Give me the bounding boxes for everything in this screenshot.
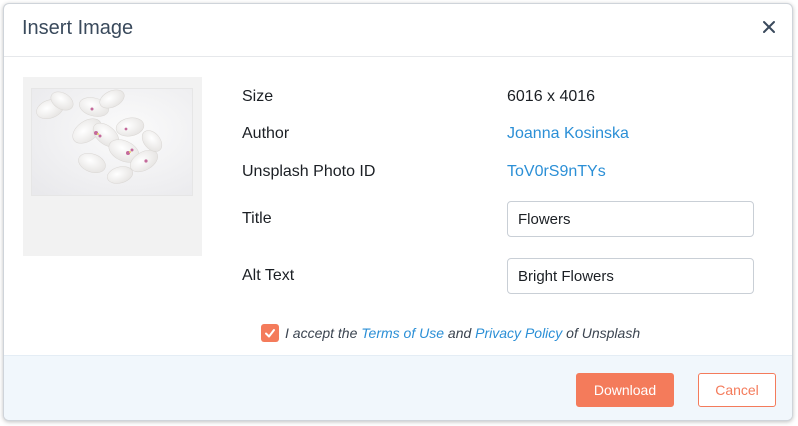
close-icon[interactable] (758, 16, 780, 38)
terms-checkbox[interactable] (261, 324, 279, 342)
download-button[interactable]: Download (576, 373, 674, 407)
cancel-button[interactable]: Cancel (698, 373, 776, 407)
consent-text: I accept the Terms of Use and Privacy Po… (285, 325, 640, 341)
author-link[interactable]: Joanna Kosinska (507, 125, 629, 143)
consent-text-after: of Unsplash (562, 325, 641, 341)
flowers-photo (31, 88, 193, 196)
image-preview-panel (23, 77, 202, 256)
photo-id-link[interactable]: ToV0rS9nTYs (507, 163, 606, 181)
privacy-policy-link[interactable]: Privacy Policy (475, 325, 562, 341)
title-input[interactable] (507, 201, 754, 237)
terms-consent: I accept the Terms of Use and Privacy Po… (261, 323, 640, 343)
author-label: Author (242, 125, 290, 142)
alt-text-input[interactable] (507, 258, 754, 294)
consent-text-before: I accept the (285, 325, 362, 341)
dialog-header: Insert Image (4, 4, 792, 57)
dialog-footer: Download Cancel (4, 355, 792, 420)
consent-text-middle: and (444, 325, 476, 341)
dialog-title: Insert Image (22, 17, 134, 39)
checkmark-icon (265, 329, 275, 338)
title-label: Title (242, 210, 272, 227)
size-label: Size (242, 88, 274, 105)
alt-text-label: Alt Text (242, 267, 295, 284)
insert-image-dialog: Insert Image Size 6016 x 4016 Author Joa… (3, 3, 793, 421)
size-value: 6016 x 4016 (507, 88, 596, 105)
terms-of-use-link[interactable]: Terms of Use (361, 325, 444, 341)
photo-id-label: Unsplash Photo ID (242, 163, 376, 180)
